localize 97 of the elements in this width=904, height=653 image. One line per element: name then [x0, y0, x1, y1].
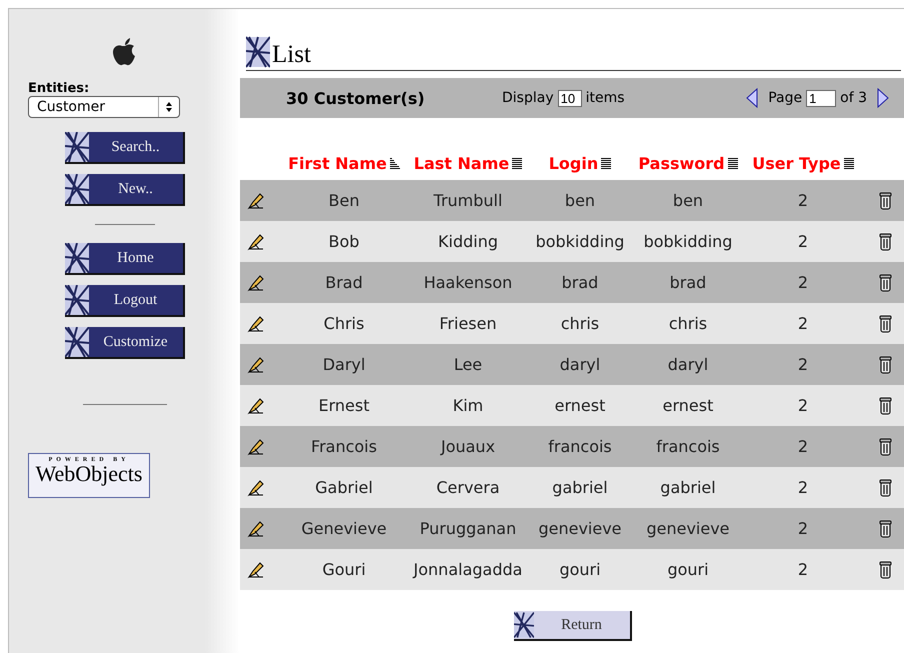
table-cell: 2: [740, 303, 866, 344]
column-header[interactable]: Last Name: [412, 146, 524, 180]
table-cell: Jonnalagadda: [412, 549, 524, 590]
table-cell: 2: [740, 180, 866, 221]
trash-can-icon[interactable]: [878, 232, 892, 250]
texture-icon: [514, 610, 534, 640]
table-cell: brad: [524, 262, 636, 303]
display-count-field[interactable]: 10: [558, 90, 582, 106]
table-cell: daryl: [636, 344, 740, 385]
table-cell: chris: [636, 303, 740, 344]
table-cell: Ben: [276, 180, 412, 221]
page-total: of 3: [840, 90, 867, 106]
sorted-icon[interactable]: [390, 158, 400, 168]
table-cell: gouri: [636, 549, 740, 590]
trash-can-icon[interactable]: [878, 478, 892, 496]
record-count: 30 Customer(s): [286, 88, 426, 108]
table-cell: 2: [740, 549, 866, 590]
stepper-icon: [165, 101, 173, 113]
table-cell: 2: [740, 467, 866, 508]
trash-can-icon[interactable]: [878, 438, 892, 456]
nav-button[interactable]: Logout: [64, 285, 184, 317]
table-cell: Francois: [276, 426, 412, 467]
table-cell: gabriel: [524, 467, 636, 508]
table-cell: francois: [636, 426, 740, 467]
table-cell: gouri: [524, 549, 636, 590]
column-header[interactable]: User Type: [740, 146, 866, 180]
table-cell: 2: [740, 262, 866, 303]
trash-can-icon[interactable]: [878, 560, 892, 578]
table-cell: francois: [524, 426, 636, 467]
trash-can-icon[interactable]: [878, 314, 892, 332]
badge-wordmark: WebObjects: [36, 463, 142, 485]
display-label: Display: [502, 90, 554, 106]
trash-can-icon[interactable]: [878, 520, 892, 538]
table-cell: Trumbull: [412, 180, 524, 221]
table-cell: Kidding: [412, 221, 524, 262]
column-header[interactable]: Login: [524, 146, 636, 180]
items-label: items: [586, 90, 625, 106]
texture-icon: [246, 35, 270, 69]
table-cell: Lee: [412, 344, 524, 385]
table-cell: 2: [740, 508, 866, 549]
page-number-field[interactable]: 1: [806, 90, 836, 106]
table-cell: Haakenson: [412, 262, 524, 303]
nav-button[interactable]: Search..: [64, 132, 184, 164]
table-cell: ben: [636, 180, 740, 221]
return-button[interactable]: Return: [514, 611, 632, 641]
table-cell: Gouri: [276, 549, 412, 590]
nav-button[interactable]: Home: [64, 243, 184, 275]
table-cell: ernest: [636, 385, 740, 426]
table-cell: genevieve: [636, 508, 740, 549]
table-cell: Jouaux: [412, 426, 524, 467]
table-cell: gabriel: [636, 467, 740, 508]
trash-can-icon[interactable]: [878, 356, 892, 374]
texture-icon: [64, 132, 88, 162]
table-cell: Gabriel: [276, 467, 412, 508]
table-cell: Purugganan: [412, 508, 524, 549]
entity-select[interactable]: Customer: [28, 96, 180, 118]
trash-can-icon[interactable]: [878, 396, 892, 414]
texture-icon: [64, 174, 88, 204]
table-cell: 2: [740, 385, 866, 426]
texture-icon: [64, 243, 88, 273]
table-cell: Brad: [276, 262, 412, 303]
sort-icon[interactable]: [601, 158, 612, 168]
table-cell: brad: [636, 262, 740, 303]
table-cell: Friesen: [412, 303, 524, 344]
table-cell: 2: [740, 426, 866, 467]
table-cell: genevieve: [524, 508, 636, 549]
nav-button[interactable]: Customize: [64, 327, 184, 359]
table-cell: ben: [524, 180, 636, 221]
next-page-icon[interactable]: [877, 88, 889, 108]
table-cell: 2: [740, 344, 866, 385]
entities-label: Entities:: [28, 81, 90, 96]
table-cell: Kim: [412, 385, 524, 426]
table-cell: Bob: [276, 221, 412, 262]
table-cell: Daryl: [276, 344, 412, 385]
sort-icon[interactable]: [728, 158, 738, 168]
sort-icon[interactable]: [512, 158, 522, 168]
table-cell: chris: [524, 303, 636, 344]
table-cell: Genevieve: [276, 508, 412, 549]
table-cell: Ernest: [276, 385, 412, 426]
nav-button[interactable]: New..: [64, 174, 184, 206]
sort-icon[interactable]: [844, 158, 854, 168]
table-cell: 2: [740, 221, 866, 262]
table-cell: bobkidding: [636, 221, 740, 262]
table-cell: bobkidding: [524, 221, 636, 262]
table-cell: Cervera: [412, 467, 524, 508]
trash-can-icon[interactable]: [878, 274, 892, 292]
page-label: Page: [768, 90, 802, 106]
page-title: List: [272, 41, 311, 69]
trash-can-icon[interactable]: [878, 192, 892, 210]
table-cell: ernest: [524, 385, 636, 426]
previous-page-icon[interactable]: [746, 88, 758, 108]
texture-icon: [64, 285, 88, 315]
texture-icon: [64, 327, 88, 357]
column-header[interactable]: Password: [636, 146, 740, 180]
table-cell: Chris: [276, 303, 412, 344]
table-cell: daryl: [524, 344, 636, 385]
column-header[interactable]: First Name: [276, 146, 412, 180]
